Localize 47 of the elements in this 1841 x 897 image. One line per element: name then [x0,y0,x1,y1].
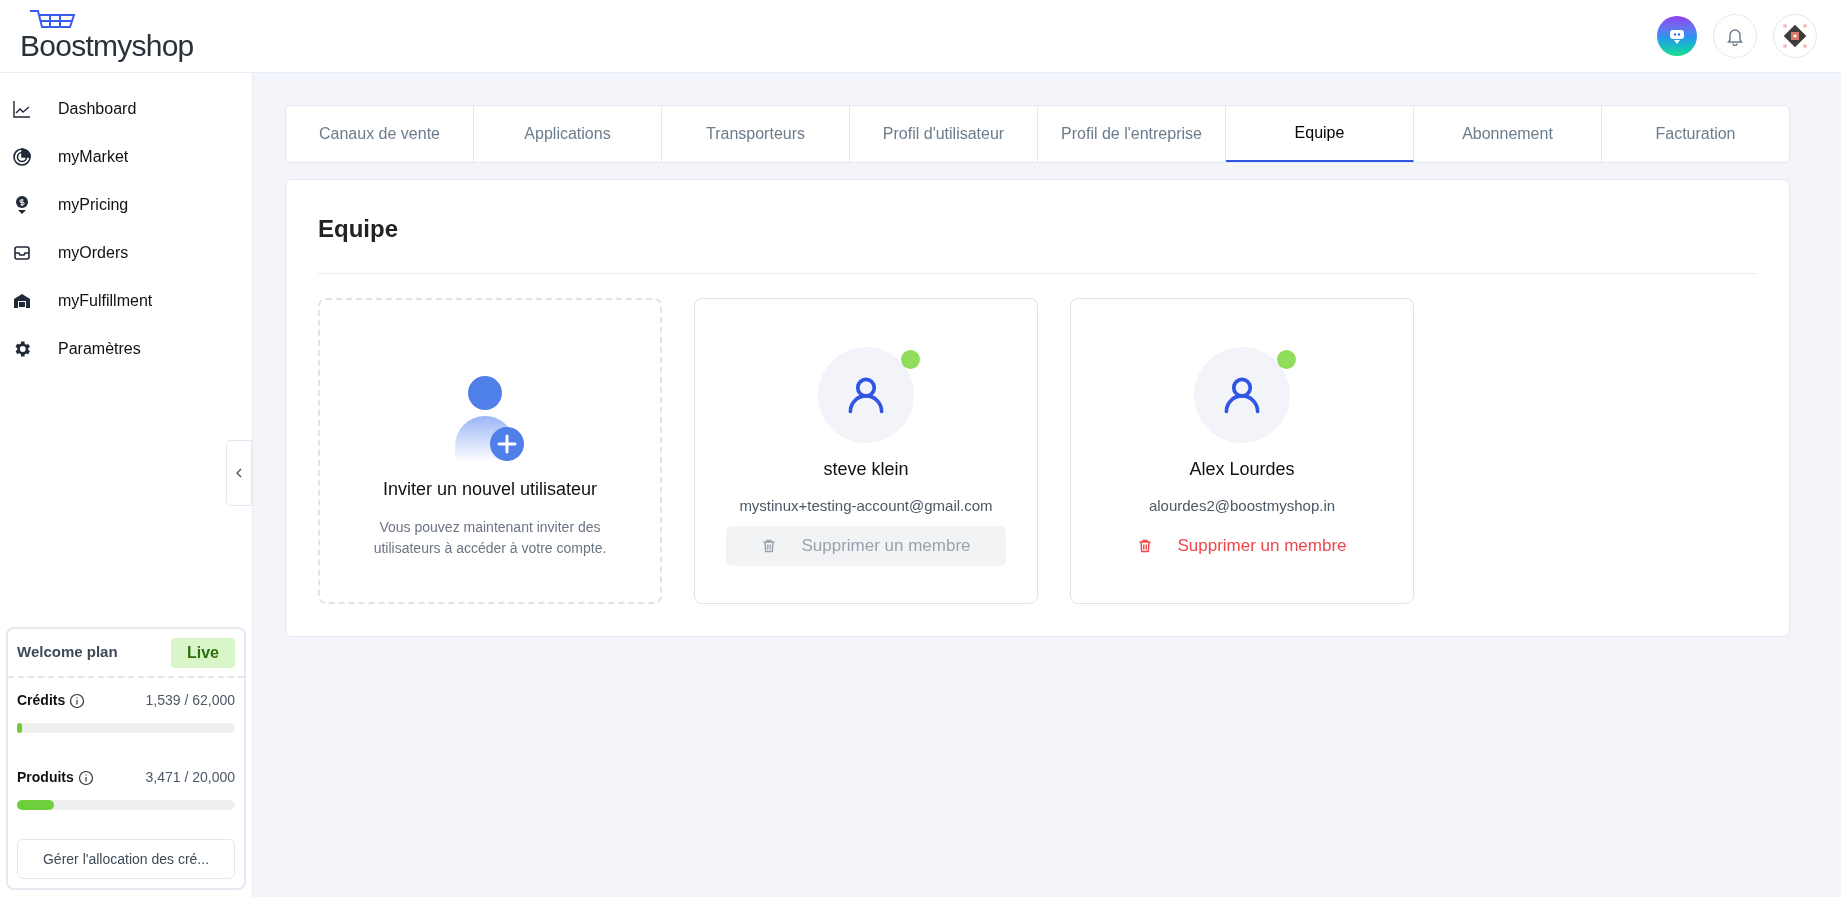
avatar-pattern-icon [1781,22,1809,50]
settings-tab[interactable]: Profil d'utilisateur [850,106,1038,162]
logo-text: Boostmyshop [20,31,194,61]
sidebar-item[interactable]: Paramètres [0,325,252,373]
line-chart-icon [12,99,32,119]
settings-tab[interactable]: Equipe [1226,106,1414,162]
settings-tab[interactable]: Canaux de vente [286,106,474,162]
info-icon [77,769,94,786]
settings-tab[interactable]: Applications [474,106,662,162]
warehouse-icon [12,291,32,311]
meter-reading: 3,471 / 20,000 [145,768,235,787]
settings-tab[interactable]: Transporteurs [662,106,850,162]
sidebar-item[interactable]: myMarket [0,133,252,181]
panel-title: Equipe [318,180,1757,274]
invite-title: Inviter un nouvel utilisateur [382,477,598,501]
manage-credits-button[interactable]: Gérer l'allocation des cré... [17,839,235,879]
member-email: alourdes2@boostmyshop.in [1148,496,1336,516]
meter-label: Crédits [17,691,66,710]
sidebar-item[interactable]: myPricing [0,181,252,229]
plan-name: Welcome plan [17,642,118,663]
cart-icon [30,9,76,31]
add-user-icon [455,375,525,462]
member-name: Alex Lourdes [1189,458,1295,481]
remove-member-button[interactable]: Supprimer un membre [1102,525,1382,566]
sidebar-item[interactable]: myOrders [0,229,252,277]
bell-icon [1725,26,1745,46]
notification-button[interactable] [1713,14,1757,58]
settings-tab[interactable]: Facturation [1602,106,1789,162]
plan-status: Live [171,637,235,668]
settings-tab[interactable]: Profil de l'entreprise [1038,106,1226,162]
invite-user-card[interactable]: Inviter un nouvel utilisateur Vous pouvez maintenant inviter des utilisateurs à accéder à votre compte. [318,298,662,604]
account-button[interactable] [1773,14,1817,58]
invite-description: Vous pouvez maintenant inviter des utilisateurs à accéder à votre compte. [372,517,608,558]
trash-icon [1137,537,1154,554]
member-name: steve klein [823,458,909,481]
meter-reading: 1,539 / 62,000 [145,691,235,710]
meter-label: Produits [17,768,74,787]
trash-icon [761,537,778,554]
radar-icon [12,147,32,167]
settings-tab[interactable]: Abonnement [1414,106,1602,162]
sidebar-item[interactable]: Dashboard [0,85,252,133]
member-email: mystinux+testing-account@gmail.com [739,496,993,516]
logo[interactable]: Boostmyshop [20,11,194,61]
info-icon [69,692,86,709]
sidebar-item[interactable]: myFulfillment [0,277,252,325]
inbox-icon [12,243,32,263]
chatbot-icon[interactable] [1657,16,1697,56]
